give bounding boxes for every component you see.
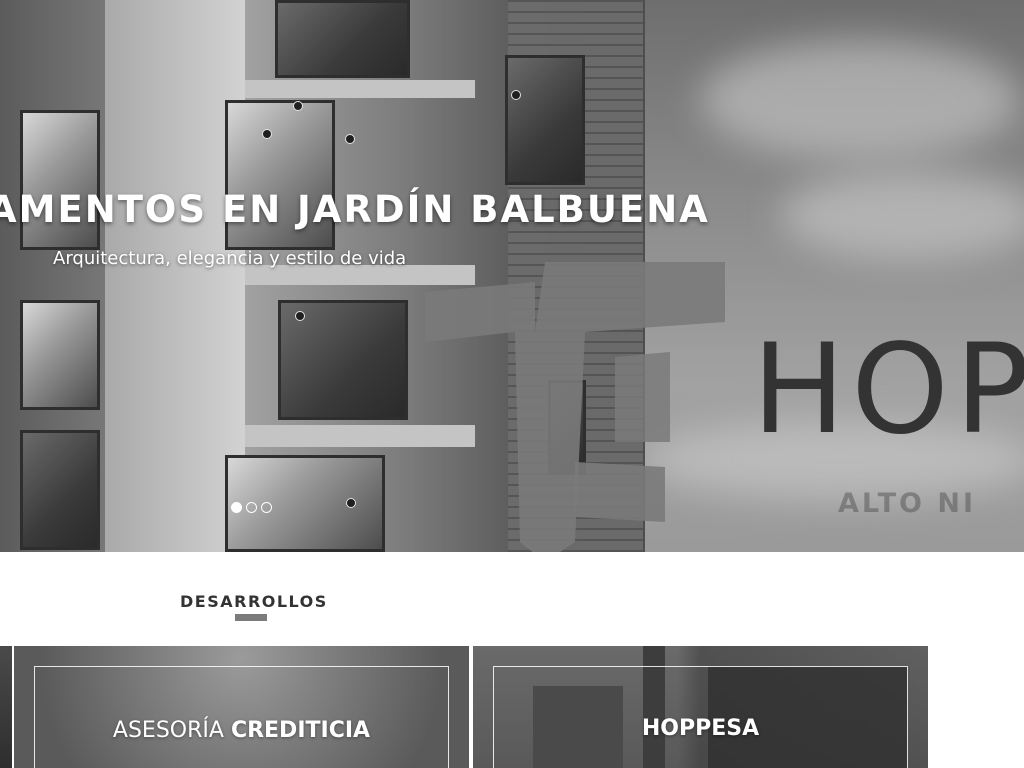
card-label: HOPPESA xyxy=(473,716,928,741)
ceiling-light xyxy=(345,134,355,144)
card-label-bold: HOPPESA xyxy=(641,716,760,741)
section-underline xyxy=(235,614,267,621)
window xyxy=(275,0,410,78)
card-label-bold: CREDITICIA xyxy=(230,718,371,743)
ceiling-light xyxy=(295,311,305,321)
cloud xyxy=(700,40,1020,160)
floor-slab xyxy=(245,80,475,98)
window xyxy=(505,55,585,185)
ceiling-light xyxy=(346,498,356,508)
brand-tagline: ALTO NI xyxy=(838,488,977,519)
cloud xyxy=(780,170,1024,260)
window xyxy=(20,300,100,410)
hero-title: AMENTOS EN JARDÍN BALBUENA xyxy=(0,188,710,231)
slider-pagination xyxy=(231,502,272,513)
card-frame xyxy=(34,666,449,768)
hero-subtitle: Arquitectura, elegancia y estilo de vida xyxy=(53,248,407,269)
section-title: DESARROLLOS xyxy=(180,592,328,611)
card-hoppesa[interactable]: HOPPESA xyxy=(473,646,928,768)
brand-name: HOP xyxy=(752,318,1024,462)
slider-dot-3[interactable] xyxy=(261,502,272,513)
card-label-light: ASESORÍA xyxy=(112,718,231,743)
hero-slider: HOP ALTO NI AMENTOS EN JARDÍN BALBUENA A… xyxy=(0,0,1024,552)
card-asesoria-crediticia[interactable]: ASESORÍA CREDITICIA xyxy=(14,646,469,768)
ceiling-light xyxy=(511,90,521,100)
slider-dot-1[interactable] xyxy=(231,502,242,513)
card-partial[interactable] xyxy=(0,646,12,768)
ceiling-light xyxy=(262,129,272,139)
brand-logo-mark xyxy=(425,262,725,552)
window xyxy=(20,430,100,550)
ceiling-light xyxy=(293,101,303,111)
slider-dot-2[interactable] xyxy=(246,502,257,513)
card-label: ASESORÍA CREDITICIA xyxy=(14,718,469,743)
concrete-column xyxy=(105,0,245,552)
